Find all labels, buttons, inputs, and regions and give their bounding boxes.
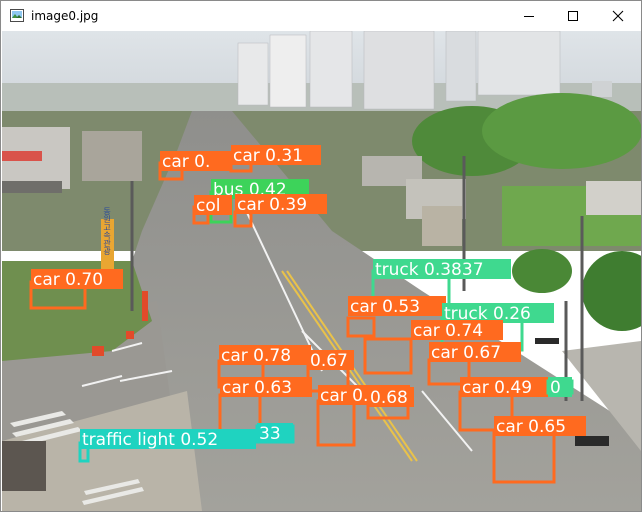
- traffic-light-right: [575, 436, 609, 446]
- detection-label: car 0.78: [221, 346, 291, 366]
- window-title: image0.jpg: [31, 9, 99, 23]
- close-icon: [612, 10, 624, 22]
- image-file-icon: [10, 9, 24, 22]
- detection-label: car 0.74: [413, 321, 483, 341]
- detection-label: 0.68: [370, 388, 408, 408]
- detection-label: 0.67: [310, 351, 348, 371]
- detection-label: car 0.: [162, 152, 210, 172]
- detection-label: car 0.65: [496, 417, 566, 437]
- minimize-button[interactable]: [506, 1, 552, 31]
- title-bar[interactable]: image0.jpg: [1, 1, 641, 31]
- image-canvas: 동원고속관광 car 0.70 car 0.31 car 0. bus 0.42 car…: [2, 31, 641, 511]
- detection-label: car 0.63: [222, 378, 292, 398]
- detection-label: car 0.70: [33, 270, 103, 290]
- maximize-button[interactable]: [550, 1, 596, 31]
- vertical-sign-text: 동원고속관광: [102, 207, 111, 255]
- detection-label: car 0.31: [233, 146, 303, 166]
- minimize-icon: [524, 16, 534, 17]
- detection-label: car 0.39: [237, 195, 307, 215]
- detection-label: traffic light 0.52: [82, 430, 218, 450]
- detection-label: car 0.67: [431, 343, 501, 363]
- road-intersection-photo: 동원고속관광 car 0.70car 0.31car 0.bus 0.42car…: [2, 31, 641, 511]
- image-viewer-window: image0.jpg 동원고속관광 car 0.70 car 0.31 car …: [0, 0, 642, 512]
- bottom-left-structure: [2, 441, 46, 491]
- detection-label: 33: [259, 424, 281, 444]
- detection-traffic-light: 33: [255, 423, 295, 444]
- close-button[interactable]: [595, 1, 641, 31]
- detection-label: 0: [550, 378, 561, 398]
- traffic-light-mid: [535, 338, 559, 344]
- detection-label: car 0.53: [350, 297, 420, 317]
- detection-label: col: [196, 196, 220, 216]
- detection-label: truck 0.3837: [375, 260, 484, 280]
- detection-label: car 0.49: [462, 378, 532, 398]
- detection-truck: 0: [546, 377, 574, 398]
- maximize-icon: [568, 11, 578, 21]
